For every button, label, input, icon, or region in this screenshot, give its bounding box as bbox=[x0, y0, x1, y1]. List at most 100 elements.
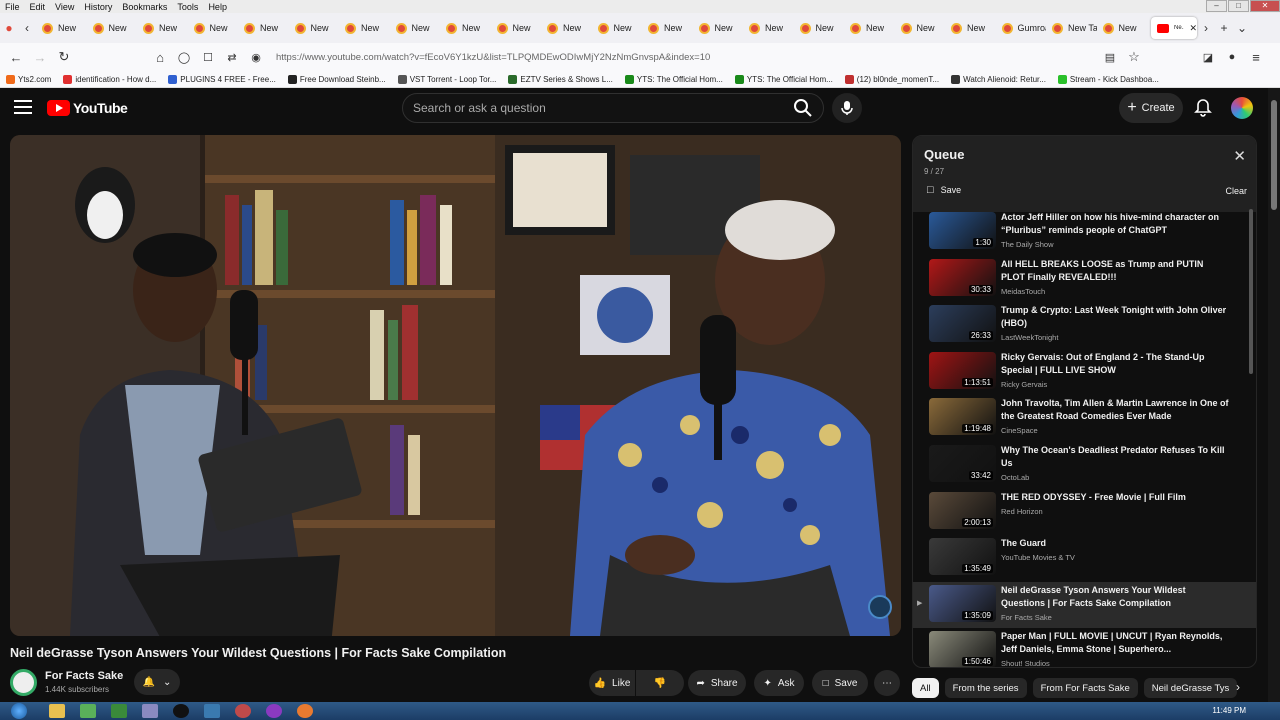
tab[interactable]: New bbox=[339, 17, 390, 39]
reader-view-icon[interactable]: ▤ bbox=[1098, 51, 1122, 64]
like-button[interactable]: 👍 Like bbox=[589, 670, 635, 696]
queue-clear-button[interactable]: Clear bbox=[1225, 186, 1247, 196]
extensions-icon[interactable]: ◪ bbox=[1196, 51, 1220, 64]
channel-avatar[interactable] bbox=[10, 669, 37, 696]
chips-next-icon[interactable]: › bbox=[1236, 680, 1240, 694]
home-icon[interactable]: ⌂ bbox=[148, 50, 172, 65]
tab[interactable]: New bbox=[137, 17, 188, 39]
minimize-icon[interactable]: – bbox=[1206, 0, 1227, 12]
menu-history[interactable]: History bbox=[79, 2, 117, 12]
video-player[interactable] bbox=[10, 135, 901, 636]
start-button[interactable] bbox=[11, 703, 27, 719]
tab[interactable]: New bbox=[592, 17, 643, 39]
tab[interactable]: New Tab bbox=[1046, 17, 1097, 39]
tab-active[interactable]: Ne... Ri... ✕ bbox=[1151, 17, 1197, 39]
app-icon-6[interactable] bbox=[235, 704, 251, 718]
bookmark-item[interactable]: Stream - Kick Dashboa... bbox=[1052, 74, 1165, 84]
queue-thumbnail[interactable]: 30:33 bbox=[929, 258, 996, 296]
dislike-button[interactable]: 👎 bbox=[636, 670, 684, 696]
save-button[interactable]: □ Save bbox=[812, 670, 868, 696]
tab[interactable]: Gumroad bbox=[996, 17, 1046, 39]
menu-icon[interactable] bbox=[14, 100, 32, 114]
ask-button[interactable]: ✦ Ask bbox=[754, 670, 804, 696]
queue-item-title[interactable]: Why The Ocean's Deadliest Predator Refus… bbox=[1001, 444, 1229, 470]
queue-item[interactable]: 30:33 All HELL BREAKS LOOSE as Trump and … bbox=[913, 256, 1256, 303]
menu-bookmarks[interactable]: Bookmarks bbox=[117, 2, 172, 12]
site-info-icon[interactable]: ◉ bbox=[244, 51, 268, 64]
more-actions-button[interactable]: ⋯ bbox=[874, 670, 900, 696]
avatar[interactable] bbox=[1231, 97, 1253, 119]
page-scrollbar[interactable] bbox=[1268, 88, 1280, 702]
bookmark-item[interactable]: VST Torrent - Loop Tor... bbox=[392, 74, 503, 84]
forward-icon[interactable]: → bbox=[28, 50, 52, 65]
queue-thumbnail[interactable]: 33:42 bbox=[929, 444, 996, 482]
queue-thumbnail[interactable]: 1:50:46 bbox=[929, 631, 996, 667]
tab[interactable]: New bbox=[895, 17, 946, 39]
tab[interactable]: New bbox=[36, 17, 87, 39]
queue-scrollbar[interactable] bbox=[1249, 209, 1253, 374]
bookmark-item[interactable]: Yts2.com bbox=[0, 74, 57, 84]
bookmark-item[interactable]: Watch Alienoid: Retur... bbox=[945, 74, 1052, 84]
filter-chip[interactable]: Neil deGrasse Tys bbox=[1143, 678, 1238, 698]
queue-item[interactable]: 33:42 Why The Ocean's Deadliest Predator … bbox=[913, 442, 1256, 489]
queue-thumbnail[interactable]: 1:13:51 bbox=[929, 351, 996, 389]
queue-item-title[interactable]: All HELL BREAKS LOOSE as Trump and PUTIN… bbox=[1001, 258, 1229, 284]
tab[interactable]: New bbox=[945, 17, 996, 39]
queue-thumbnail[interactable]: 1:35:49 bbox=[929, 538, 996, 576]
app-icon-4[interactable] bbox=[173, 704, 189, 718]
bookmark-star-icon[interactable]: ☆ bbox=[1122, 49, 1146, 65]
app-icon-2[interactable] bbox=[111, 704, 127, 718]
queue-item[interactable]: 1:13:51 Ricky Gervais: Out of England 2 -… bbox=[913, 349, 1256, 396]
queue-save-button[interactable]: □ Save bbox=[927, 184, 961, 196]
app-icon-7[interactable] bbox=[266, 704, 282, 718]
queue-item-title[interactable]: Paper Man | FULL MOVIE | UNCUT | Ryan Re… bbox=[1001, 630, 1229, 656]
menu-help[interactable]: Help bbox=[203, 2, 232, 12]
voice-search-button[interactable] bbox=[832, 93, 862, 123]
queue-item-title[interactable]: THE RED ODYSSEY - Free Movie | Full Film bbox=[1001, 491, 1229, 504]
queue-item[interactable]: ▶ 1:35:09 Neil deGrasse Tyson Answers Your… bbox=[913, 581, 1256, 629]
tab[interactable]: New bbox=[642, 17, 693, 39]
bookmark-item[interactable]: YTS: The Official Hom... bbox=[729, 74, 839, 84]
filter-chip[interactable]: From the series bbox=[944, 678, 1027, 698]
back-icon[interactable]: ← bbox=[4, 50, 28, 65]
queue-thumbnail[interactable]: 26:33 bbox=[929, 305, 996, 343]
maximize-icon[interactable]: □ bbox=[1228, 0, 1249, 12]
shield-icon[interactable]: ◯ bbox=[172, 51, 196, 64]
create-button[interactable]: + Create bbox=[1119, 93, 1183, 123]
tab-scroll-right-icon[interactable]: › bbox=[1197, 21, 1215, 35]
tab[interactable]: New bbox=[693, 17, 744, 39]
queue-item-title[interactable]: Actor Jeff Hiller on how his hive-mind c… bbox=[1001, 211, 1229, 237]
tab[interactable]: New bbox=[743, 17, 794, 39]
tab[interactable]: New bbox=[844, 17, 895, 39]
queue-item-title[interactable]: John Travolta, Tim Allen & Martin Lawren… bbox=[1001, 397, 1229, 423]
notifications-icon[interactable] bbox=[1193, 98, 1213, 118]
queue-thumbnail[interactable]: 1:35:09 bbox=[929, 584, 996, 622]
bookmark-item[interactable]: Free Download Steinb... bbox=[282, 74, 392, 84]
tab[interactable]: New bbox=[188, 17, 239, 39]
queue-item[interactable]: 2:00:13 THE RED ODYSSEY - Free Movie | Fu… bbox=[913, 489, 1256, 536]
queue-item[interactable]: 26:33 Trump & Crypto: Last Week Tonight w… bbox=[913, 302, 1256, 349]
youtube-logo[interactable]: YouTube bbox=[47, 100, 128, 116]
bookmark-item[interactable]: YTS: The Official Hom... bbox=[619, 74, 729, 84]
queue-item[interactable]: 1:50:46 Paper Man | FULL MOVIE | UNCUT | … bbox=[913, 628, 1256, 667]
firefox-icon[interactable] bbox=[297, 704, 313, 718]
subscription-bell-button[interactable]: 🔔 ⌄ bbox=[134, 669, 180, 695]
bookmark-item[interactable]: identification - How d... bbox=[57, 74, 162, 84]
lock-icon[interactable]: ☐ bbox=[196, 51, 220, 64]
bookmark-item[interactable]: PLUGINS 4 FREE - Free... bbox=[162, 74, 282, 84]
share-button[interactable]: ➦ Share bbox=[688, 670, 746, 696]
tab-list-icon[interactable]: ● bbox=[0, 21, 18, 35]
queue-item[interactable]: 1:30 Actor Jeff Hiller on how his hive-mi… bbox=[913, 209, 1256, 256]
queue-item-title[interactable]: The Guard bbox=[1001, 537, 1229, 550]
tab-close-icon[interactable]: ✕ bbox=[1189, 23, 1197, 34]
app-icon-3[interactable] bbox=[142, 704, 158, 718]
permissions-icon[interactable]: ⇄ bbox=[220, 51, 244, 64]
bookmark-item[interactable]: (12) bl0nde_momenT... bbox=[839, 74, 945, 84]
queue-thumbnail[interactable]: 1:19:48 bbox=[929, 398, 996, 436]
search-input[interactable]: Search or ask a question bbox=[402, 93, 824, 123]
queue-item[interactable]: 1:35:49 The Guard YouTube Movies & TV bbox=[913, 535, 1256, 582]
app-icon-1[interactable] bbox=[80, 704, 96, 718]
tab-scroll-left-icon[interactable]: ‹ bbox=[18, 21, 36, 35]
window-close-icon[interactable]: ✕ bbox=[1250, 0, 1280, 12]
address-bar[interactable]: https://www.youtube.com/watch?v=fEcoV6Y1… bbox=[276, 52, 1076, 63]
